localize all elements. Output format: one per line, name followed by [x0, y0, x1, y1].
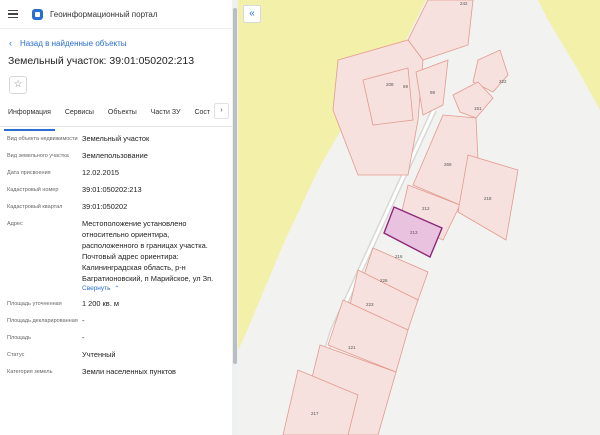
attribute-row: Статус Учтенный — [0, 349, 232, 360]
attribute-value: 39:01:050202:213 — [82, 185, 142, 194]
collapse-link-label: Свернуть — [82, 285, 111, 292]
parcel-label: 212 — [422, 206, 430, 211]
tab-composition[interactable]: Сост — [194, 106, 210, 126]
chevron-left-icon: ‹ — [9, 38, 12, 48]
tab-objects[interactable]: Объекты — [108, 106, 137, 126]
attribute-row: Вид объекта недвижимости Земельный участ… — [0, 133, 232, 144]
tab-bar: Информация Сервисы Объекты Части ЗУ Сост… — [0, 103, 232, 131]
attribute-row: Категория земель Земли населенных пункто… — [0, 366, 232, 377]
tab-parts[interactable]: Части ЗУ — [151, 106, 181, 126]
map-view[interactable]: 242 208 69 98 222 151 269 212 218 213 21… — [238, 0, 600, 435]
attribute-label: Вид земельного участка — [7, 153, 69, 159]
land-area — [538, 0, 600, 110]
attribute-label: Кадастровый квартал — [7, 204, 63, 210]
attribute-value: Местоположение установлено относительно … — [82, 219, 214, 283]
attribute-label: Площадь уточненная — [7, 301, 62, 307]
scrollbar-thumb[interactable] — [233, 8, 237, 364]
attribute-row: Дата присвоения 12.02.2015 — [0, 167, 232, 178]
back-link-label: Назад в найденные объекты — [20, 38, 127, 48]
parcel-label: 121 — [348, 345, 356, 350]
parcel-label: 218 — [484, 196, 492, 201]
attribute-value: Учтенный — [82, 350, 116, 359]
attribute-value: 39:01:050202 — [82, 202, 128, 211]
parcel-label: 69 — [403, 84, 409, 89]
attribute-label: Адрес — [7, 221, 23, 227]
parcel-label: 216 — [395, 254, 403, 259]
attribute-row: Кадастровый квартал 39:01:050202 — [0, 201, 232, 212]
tab-services[interactable]: Сервисы — [65, 106, 94, 126]
attribute-row: Вид земельного участка Землепользование — [0, 150, 232, 161]
parcel-label: 208 — [386, 82, 394, 87]
attribute-label: Категория земель — [7, 369, 53, 375]
attribute-value: Земли населенных пунктов — [82, 367, 176, 376]
parcel-label: 217 — [311, 411, 319, 416]
left-panel: Геоинформационный портал ‹ Назад в найде… — [0, 0, 232, 435]
attribute-label: Площадь — [7, 335, 31, 341]
parcel-label-selected: 213 — [410, 230, 418, 235]
app-title: Геоинформационный портал — [50, 9, 158, 19]
collapse-link[interactable]: Свернуть ⌃ — [82, 285, 232, 292]
attribute-value: Землепользование — [82, 151, 148, 160]
attribute-list: Вид объекта недвижимости Земельный участ… — [0, 133, 232, 377]
attribute-row: Площадь декларированная - — [0, 315, 232, 326]
page-title: Земельный участок: 39:01:050202:213 — [8, 55, 195, 67]
parcel-label: 222 — [499, 79, 507, 84]
portal-logo-icon — [32, 8, 43, 20]
attribute-row: Площадь - — [0, 332, 232, 343]
tab-information[interactable]: Информация — [4, 106, 55, 131]
back-link[interactable]: ‹ Назад в найденные объекты — [9, 38, 232, 48]
attribute-value: 1 200 кв. м — [82, 299, 119, 308]
hamburger-icon[interactable] — [8, 9, 18, 19]
attribute-label: Дата присвоения — [7, 170, 51, 176]
attribute-row: Кадастровый номер 39:01:050202:213 — [0, 184, 232, 195]
attribute-label: Площадь декларированная — [7, 318, 78, 324]
attribute-label: Вид объекта недвижимости — [7, 136, 78, 142]
attribute-value: - — [82, 316, 85, 325]
attribute-value: - — [82, 333, 85, 342]
chevron-right-icon[interactable]: › — [214, 103, 229, 119]
parcel-label: 242 — [460, 1, 468, 6]
chevron-up-icon: ⌃ — [114, 286, 120, 292]
parcel-label: 151 — [474, 106, 482, 111]
parcel-label: 98 — [430, 90, 436, 95]
attribute-value: 12.02.2015 — [82, 168, 119, 177]
map-canvas[interactable]: 242 208 69 98 222 151 269 212 218 213 21… — [238, 0, 600, 435]
attribute-row: Площадь уточненная 1 200 кв. м — [0, 298, 232, 309]
star-icon[interactable]: ☆ — [9, 76, 27, 94]
attribute-label: Статус — [7, 352, 25, 358]
attribute-row: Адрес Местоположение установлено относит… — [0, 218, 232, 284]
attribute-value: Земельный участок — [82, 134, 150, 143]
double-chevron-left-icon[interactable]: « — [243, 5, 261, 23]
header-bar: Геоинформационный портал — [0, 0, 232, 29]
attribute-label: Кадастровый номер — [7, 187, 59, 193]
parcel-label: 223 — [366, 302, 374, 307]
parcel-label: 226 — [380, 278, 388, 283]
parcel-label: 269 — [444, 162, 452, 167]
